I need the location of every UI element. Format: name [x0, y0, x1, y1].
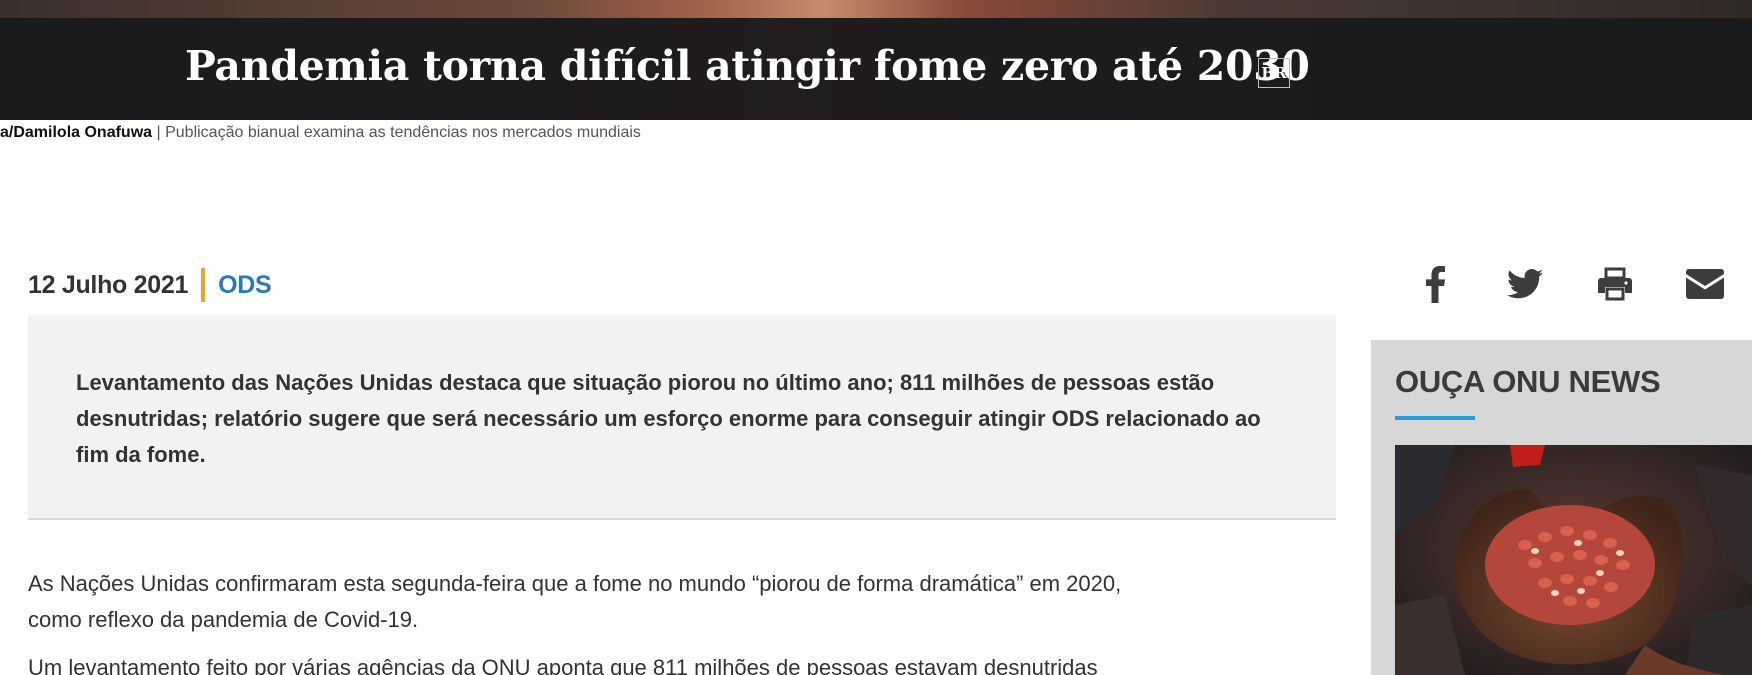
article-date: 12 Julho 2021: [28, 270, 189, 299]
hero-photo-strip: [0, 0, 1752, 18]
twitter-share-button[interactable]: [1505, 262, 1545, 306]
photo-caption: a/Damilola Onafuwa | Publicação bianual …: [0, 124, 641, 142]
sidebar-title: OUÇA ONU NEWS: [1395, 364, 1661, 399]
print-button[interactable]: [1595, 262, 1635, 306]
meta-divider: [201, 268, 206, 302]
language-badge[interactable]: BR: [1258, 58, 1290, 88]
article-lead: Levantamento das Nações Unidas destaca q…: [76, 370, 1261, 467]
photo-credit: a/Damilola Onafuwa: [0, 124, 153, 141]
caption-separator: |: [152, 124, 166, 141]
sidebar-podcast-thumbnail[interactable]: [1395, 445, 1752, 675]
share-toolbar: [1415, 262, 1725, 306]
email-icon: [1686, 269, 1724, 299]
article-lead-box: Levantamento das Nações Unidas destaca q…: [28, 315, 1336, 520]
page-title: Pandemia torna difícil atingir fome zero…: [185, 42, 1310, 90]
body-paragraph: As Nações Unidas confirmaram esta segund…: [28, 571, 1122, 632]
article-meta: 12 Julho 2021 ODS: [28, 268, 272, 302]
sidebar-listen-panel: OUÇA ONU NEWS: [1371, 340, 1752, 675]
hero-banner: Pandemia torna difícil atingir fome zero…: [0, 0, 1752, 120]
sidebar-title-underline: [1395, 416, 1475, 420]
email-share-button[interactable]: [1685, 262, 1725, 306]
peanuts-in-hands-image: [1395, 445, 1752, 675]
print-icon: [1598, 267, 1632, 301]
facebook-share-button[interactable]: [1415, 262, 1455, 306]
caption-text: Publicação bianual examina as tendências…: [165, 124, 641, 141]
body-paragraph: Um levantamento feito por várias agência…: [28, 655, 1098, 675]
twitter-icon: [1507, 269, 1543, 299]
facebook-icon: [1426, 266, 1445, 303]
article-body: As Nações Unidas confirmaram esta segund…: [28, 566, 1178, 675]
topic-tag-link[interactable]: ODS: [218, 271, 272, 300]
